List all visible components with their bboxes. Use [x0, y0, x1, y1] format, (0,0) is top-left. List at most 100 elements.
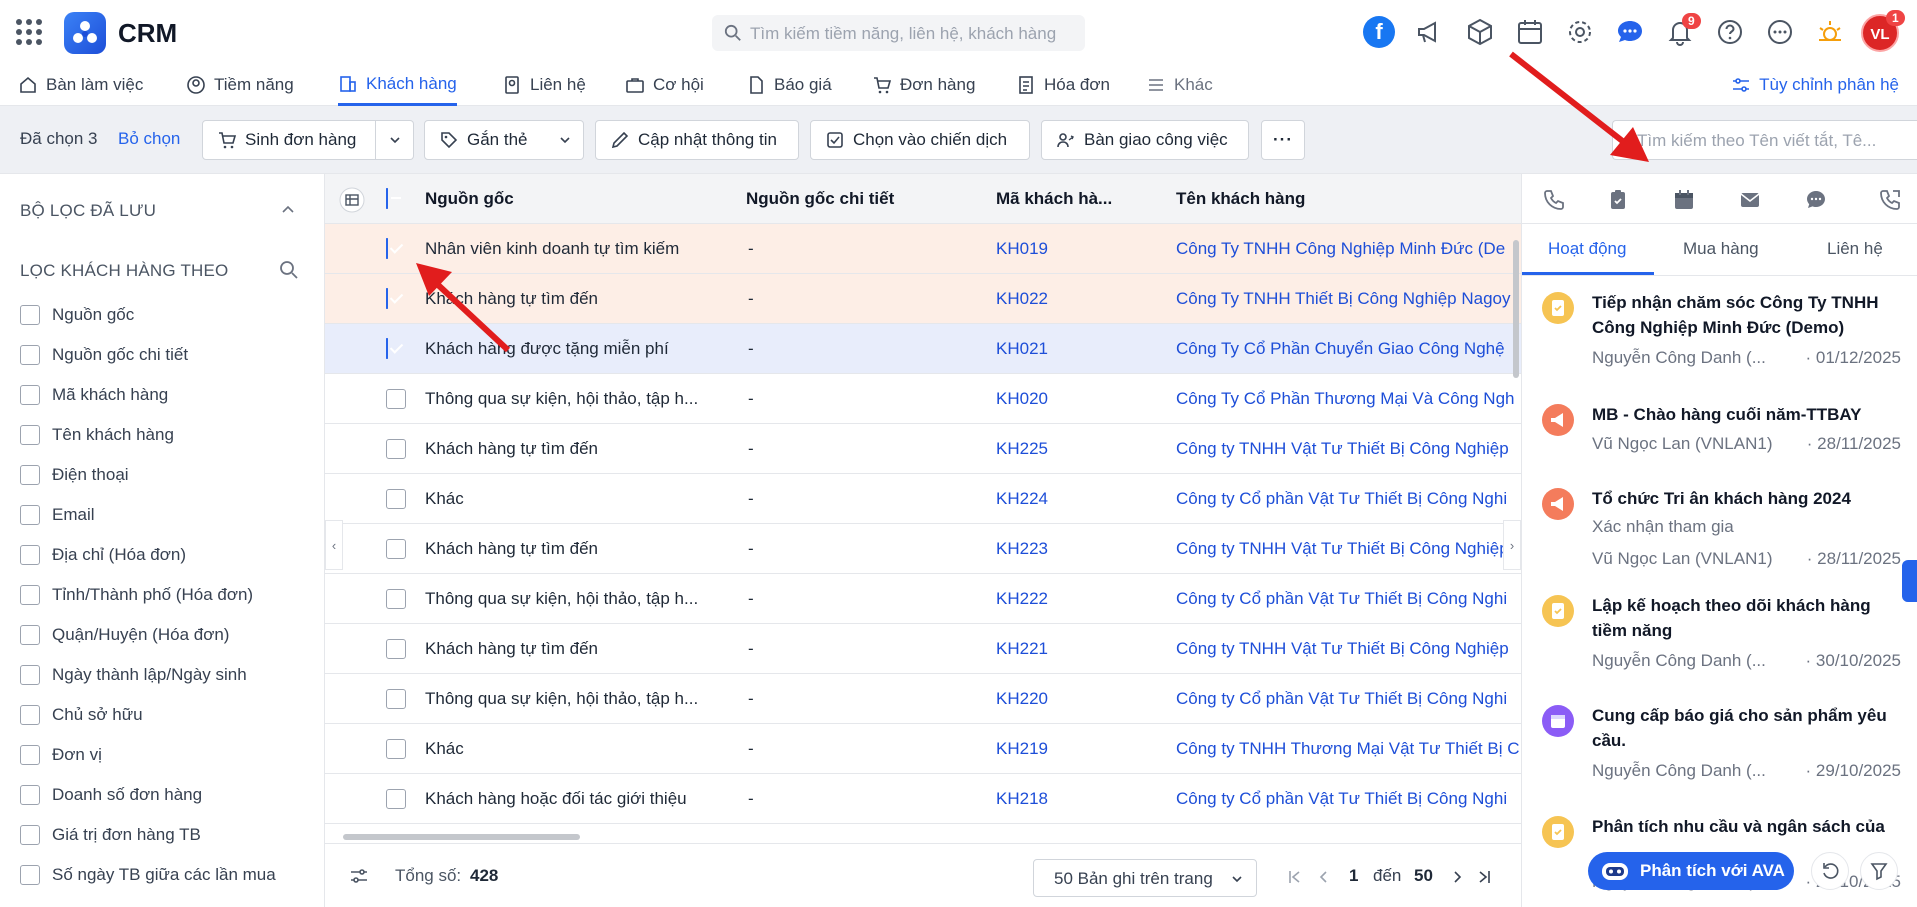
nav-item-quotes[interactable]: Báo giá	[746, 64, 832, 106]
cell-customer-code[interactable]: KH221	[996, 639, 1146, 659]
cell-customer-name[interactable]: Công Ty Cổ Phần Chuyển Giao Công Nghệ	[1176, 339, 1521, 359]
last-page-icon[interactable]	[1476, 869, 1492, 885]
refresh-button[interactable]	[1811, 852, 1849, 890]
nav-item-orders[interactable]: Đơn hàng	[872, 64, 975, 106]
customize-modules-link[interactable]: Tùy chỉnh phân hệ	[1731, 64, 1899, 106]
call-log-icon[interactable]	[1878, 188, 1902, 212]
column-settings-icon[interactable]	[339, 187, 365, 213]
activity-title[interactable]: Tổ chức Tri ân khách hàng 2024	[1592, 486, 1902, 511]
chevron-up-icon[interactable]	[280, 202, 296, 218]
filter-checkbox[interactable]	[20, 625, 40, 645]
filter-checkbox[interactable]	[20, 825, 40, 845]
filter-checkbox[interactable]	[20, 465, 40, 485]
table-row[interactable]: Khách hàng tự tìm đến - KH223 Công ty TNHH …	[325, 524, 1521, 574]
filter-checkbox[interactable]	[20, 745, 40, 765]
filter-avg-days-between[interactable]: Số ngày TB giữa các lần mua	[20, 863, 276, 887]
nav-item-opportunities[interactable]: Cơ hội	[625, 64, 704, 106]
cell-customer-code[interactable]: KH225	[996, 439, 1146, 459]
handover-work-button[interactable]: Bàn giao công việc	[1041, 120, 1249, 160]
filter-avg-order-value[interactable]: Giá trị đơn hàng TB	[20, 823, 201, 847]
table-row[interactable]: Thông qua sự kiện, hội thảo, tập h... - KH…	[325, 374, 1521, 424]
filter-email[interactable]: Email	[20, 503, 95, 527]
row-checkbox[interactable]	[386, 288, 388, 309]
activity-title[interactable]: Lập kế hoạch theo dõi khách hàng tiềm nă…	[1592, 593, 1902, 643]
table-vertical-scrollbar[interactable]	[1513, 240, 1519, 378]
cell-customer-code[interactable]: KH020	[996, 389, 1146, 409]
filter-checkbox[interactable]	[20, 585, 40, 605]
megaphone-icon[interactable]	[1414, 16, 1446, 48]
filter-source-detail[interactable]: Nguồn gốc chi tiết	[20, 343, 188, 367]
message-icon[interactable]	[1804, 188, 1828, 212]
table-row[interactable]: Khách hàng tự tìm đến - KH225 Công ty TNHH …	[325, 424, 1521, 474]
sliders-icon[interactable]	[349, 866, 369, 886]
activity-title[interactable]: Tiếp nhận chăm sóc Công Ty TNHH Công Ngh…	[1592, 290, 1902, 340]
box-icon[interactable]	[1464, 16, 1496, 48]
calendar-icon[interactable]	[1514, 16, 1546, 48]
cell-customer-code[interactable]: KH223	[996, 539, 1146, 559]
more-circle-icon[interactable]	[1764, 16, 1796, 48]
column-header-customer-code[interactable]: Mã khách hà...	[996, 189, 1112, 209]
nav-item-more[interactable]: Khác	[1146, 64, 1213, 106]
row-checkbox[interactable]	[386, 389, 406, 409]
row-checkbox[interactable]	[386, 639, 406, 659]
gear-icon[interactable]	[1564, 16, 1596, 48]
filter-owner[interactable]: Chủ sở hữu	[20, 703, 143, 727]
customer-search-input[interactable]: Tìm kiếm theo Tên viết tắt, Tê...	[1612, 120, 1917, 160]
row-checkbox[interactable]	[386, 789, 406, 809]
collapse-sidebar-handle[interactable]: ‹	[325, 520, 343, 570]
help-icon[interactable]	[1714, 16, 1746, 48]
tab-activities[interactable]: Hoạt động	[1548, 239, 1626, 259]
filter-phone[interactable]: Điện thoại	[20, 463, 129, 487]
facebook-icon[interactable]: f	[1363, 16, 1395, 48]
cell-customer-name[interactable]: Công ty TNHH Vật Tư Thiết Bị Công Nghiệp	[1176, 439, 1521, 459]
nav-item-contacts[interactable]: Liên hệ	[502, 64, 586, 106]
row-checkbox[interactable]	[386, 589, 406, 609]
filter-checkbox[interactable]	[20, 665, 40, 685]
activity-title[interactable]: Cung cấp báo giá cho sản phẩm yêu cầu.	[1592, 703, 1902, 753]
filter-founding-date[interactable]: Ngày thành lập/Ngày sinh	[20, 663, 247, 687]
filter-billing-district[interactable]: Quận/Huyện (Hóa đơn)	[20, 623, 229, 647]
nav-item-invoices[interactable]: Hóa đơn	[1016, 64, 1110, 106]
cell-customer-name[interactable]: Công ty Cổ phần Vật Tư Thiết Bị Công Ngh…	[1176, 589, 1521, 609]
row-checkbox[interactable]	[386, 338, 388, 359]
column-header-customer-name[interactable]: Tên khách hàng	[1176, 189, 1305, 209]
filter-checkbox[interactable]	[20, 345, 40, 365]
select-all-checkbox[interactable]	[386, 188, 388, 209]
more-actions-button[interactable]: ···	[1261, 120, 1305, 160]
row-checkbox[interactable]	[386, 539, 406, 559]
filter-checkbox[interactable]	[20, 705, 40, 725]
cell-customer-name[interactable]: Công ty TNHH Thương Mại Vật Tư Thiết Bị …	[1176, 739, 1521, 759]
next-page-icon[interactable]	[1449, 869, 1465, 885]
app-launcher-icon[interactable]	[16, 19, 42, 45]
sun-icon[interactable]	[1814, 16, 1846, 48]
cell-customer-name[interactable]: Công ty Cổ phần Vật Tư Thiết Bị Công Ngh…	[1176, 689, 1521, 709]
nav-item-leads[interactable]: Tiềm năng	[186, 64, 294, 106]
table-row[interactable]: Thông qua sự kiện, hội thảo, tập h... - KH…	[325, 574, 1521, 624]
deselect-link[interactable]: Bỏ chọn	[118, 129, 180, 149]
cell-customer-code[interactable]: KH019	[996, 239, 1146, 259]
filter-billing-address[interactable]: Địa chỉ (Hóa đơn)	[20, 543, 186, 567]
activity-title[interactable]: MB - Chào hàng cuối năm-TTBAY	[1592, 402, 1902, 427]
table-row[interactable]: Khách hàng tự tìm đến - KH221 Công ty TNHH …	[325, 624, 1521, 674]
search-icon[interactable]	[279, 260, 299, 280]
cell-customer-code[interactable]: KH021	[996, 339, 1146, 359]
collapse-panel-handle[interactable]: ›	[1503, 520, 1521, 570]
tab-contacts[interactable]: Liên hệ	[1827, 239, 1883, 259]
table-row[interactable]: Khác - KH224 Công ty Cổ phần Vật Tư Thiết B…	[325, 474, 1521, 524]
filter-checkbox[interactable]	[20, 505, 40, 525]
row-checkbox[interactable]	[386, 689, 406, 709]
column-header-source-detail[interactable]: Nguồn gốc chi tiết	[746, 189, 894, 209]
filter-checkbox[interactable]	[20, 785, 40, 805]
expand-side-drawer-tab[interactable]	[1902, 560, 1917, 602]
cell-customer-code[interactable]: KH220	[996, 689, 1146, 709]
phone-icon[interactable]	[1542, 188, 1566, 212]
table-row[interactable]: Nhân viên kinh doanh tự tìm kiếm - KH019 Cô…	[325, 224, 1521, 274]
table-row[interactable]: Khách hàng được tặng miễn phí - KH021 Công …	[325, 324, 1521, 374]
row-checkbox[interactable]	[386, 238, 388, 259]
activity-title[interactable]: Phân tích nhu cầu và ngân sách của	[1592, 814, 1902, 839]
task-icon[interactable]	[1606, 188, 1630, 212]
cell-customer-code[interactable]: KH218	[996, 789, 1146, 809]
table-row[interactable]: Khách hàng hoặc đối tác giới thiệu - KH218…	[325, 774, 1521, 824]
table-row[interactable]: Khách hàng tự tìm đến - KH022 Công Ty TNHH …	[325, 274, 1521, 324]
filter-checkbox[interactable]	[20, 305, 40, 325]
